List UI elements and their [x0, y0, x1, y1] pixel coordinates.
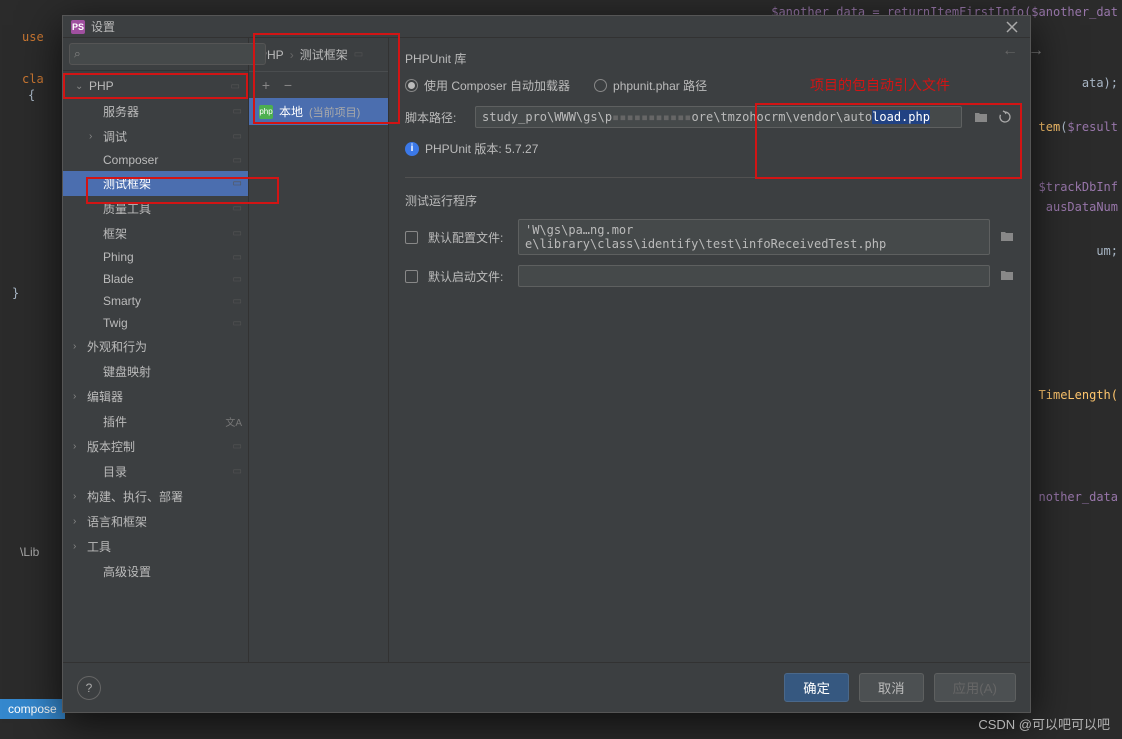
- settings-tree: PHP ▭ 服务器▭ 调试▭ Composer▭ 测试框架▭ 质量工具▭ 框架▭…: [63, 71, 248, 662]
- apply-button[interactable]: 应用(A): [934, 673, 1016, 702]
- forward-icon[interactable]: →: [1028, 42, 1044, 60]
- checkbox-bootstrap[interactable]: [405, 270, 418, 283]
- back-icon[interactable]: ←: [1002, 42, 1018, 60]
- folder-icon[interactable]: [972, 108, 990, 126]
- tree-php[interactable]: PHP ▭: [63, 73, 248, 99]
- project-icon: ▭: [354, 49, 363, 60]
- dialog-title: 设置: [91, 18, 1002, 35]
- tree-vcs[interactable]: 版本控制▭: [63, 434, 248, 459]
- chevron-down-icon: [75, 81, 89, 92]
- project-icon: ▭: [231, 81, 240, 92]
- radio-composer[interactable]: 使用 Composer 自动加载器: [405, 77, 570, 94]
- tree-item-blade[interactable]: Blade▭: [63, 268, 248, 290]
- refresh-icon[interactable]: [996, 108, 1014, 126]
- tree-item-smarty[interactable]: Smarty▭: [63, 290, 248, 312]
- ok-button[interactable]: 确定: [784, 673, 849, 702]
- config-file-input[interactable]: 'W\gs\pa…ng.mor e\library\class\identify…: [518, 219, 990, 255]
- breadcrumb-path: \Lib: [20, 545, 39, 559]
- composer-status: compose: [0, 699, 65, 719]
- radio-phar[interactable]: phpunit.phar 路径: [594, 77, 707, 94]
- breadcrumb-leaf: 测试框架: [300, 46, 348, 63]
- tree-appearance[interactable]: 外观和行为: [63, 334, 248, 359]
- watermark: CSDN @可以吧可以吧: [978, 714, 1110, 733]
- tree-item-phing[interactable]: Phing▭: [63, 246, 248, 268]
- phpunit-lib-title: PHPUnit 库: [405, 50, 1014, 67]
- close-icon[interactable]: [1002, 17, 1022, 37]
- search-icon: ⌕: [74, 47, 81, 62]
- bootstrap-input[interactable]: [518, 265, 990, 287]
- tree-advanced[interactable]: 高级设置: [63, 559, 248, 584]
- tree-item-quality[interactable]: 质量工具▭: [63, 196, 248, 221]
- settings-sidebar: ⌕ PHP ▭ 服务器▭ 调试▭ Composer▭ 测试框架▭ 质量工具▭ 框…: [63, 38, 249, 662]
- tree-build[interactable]: 构建、执行、部署: [63, 484, 248, 509]
- tree-item-test-framework[interactable]: 测试框架▭: [63, 171, 248, 196]
- nav-arrows: ← →: [1002, 42, 1044, 60]
- app-icon: PS: [71, 20, 85, 34]
- config-file-label: 默认配置文件:: [428, 229, 508, 246]
- right-panel: PHPUnit 库 使用 Composer 自动加载器 phpunit.phar…: [389, 38, 1030, 662]
- version-label: PHPUnit 版本: 5.7.27: [425, 140, 538, 157]
- info-icon: i: [405, 142, 419, 156]
- tree-item-composer[interactable]: Composer▭: [63, 149, 248, 171]
- php-icon: php: [259, 105, 273, 119]
- folder-icon[interactable]: [1000, 229, 1014, 246]
- tree-directory[interactable]: 目录▭: [63, 459, 248, 484]
- dialog-footer: ? 确定 取消 应用(A): [63, 662, 1030, 712]
- breadcrumb: PHP › 测试框架 ▭: [249, 38, 388, 72]
- divider: [405, 177, 1014, 178]
- tree-item-debug[interactable]: 调试▭: [63, 124, 248, 149]
- cancel-button[interactable]: 取消: [859, 673, 924, 702]
- remove-icon[interactable]: −: [279, 76, 297, 94]
- checkbox-config[interactable]: [405, 231, 418, 244]
- tree-item-twig[interactable]: Twig▭: [63, 312, 248, 334]
- titlebar: PS 设置: [63, 16, 1030, 38]
- local-item[interactable]: php 本地 (当前项目): [249, 98, 388, 125]
- tree-item-framework[interactable]: 框架▭: [63, 221, 248, 246]
- add-icon[interactable]: +: [257, 76, 275, 94]
- lang-icon: 文A: [225, 414, 242, 429]
- tree-item-server[interactable]: 服务器▭: [63, 99, 248, 124]
- chevron-right-icon: ›: [290, 48, 294, 62]
- middle-column: PHP › 测试框架 ▭ + − php 本地 (当前项目): [249, 38, 389, 662]
- script-path-label: 脚本路径:: [405, 109, 465, 126]
- bootstrap-label: 默认启动文件:: [428, 268, 508, 285]
- test-runner-title: 测试运行程序: [405, 192, 1014, 209]
- tree-plugins[interactable]: 插件文A: [63, 409, 248, 434]
- folder-icon[interactable]: [1000, 268, 1014, 285]
- radio-icon: [405, 79, 418, 92]
- radio-icon: [594, 79, 607, 92]
- search-input[interactable]: [69, 43, 266, 65]
- settings-dialog: PS 设置 ⌕ PHP ▭ 服务器▭ 调试▭ Composer▭: [62, 15, 1031, 713]
- tree-lang-fw[interactable]: 语言和框架: [63, 509, 248, 534]
- local-label: 本地: [279, 103, 303, 120]
- script-path-input[interactable]: study_pro\WWW\gs\p▪▪▪▪▪▪▪▪▪▪▪ore\tmzohoc…: [475, 106, 962, 128]
- tree-keymap[interactable]: 键盘映射: [63, 359, 248, 384]
- tree-tools[interactable]: 工具: [63, 534, 248, 559]
- tree-editor[interactable]: 编辑器: [63, 384, 248, 409]
- help-button[interactable]: ?: [77, 676, 101, 700]
